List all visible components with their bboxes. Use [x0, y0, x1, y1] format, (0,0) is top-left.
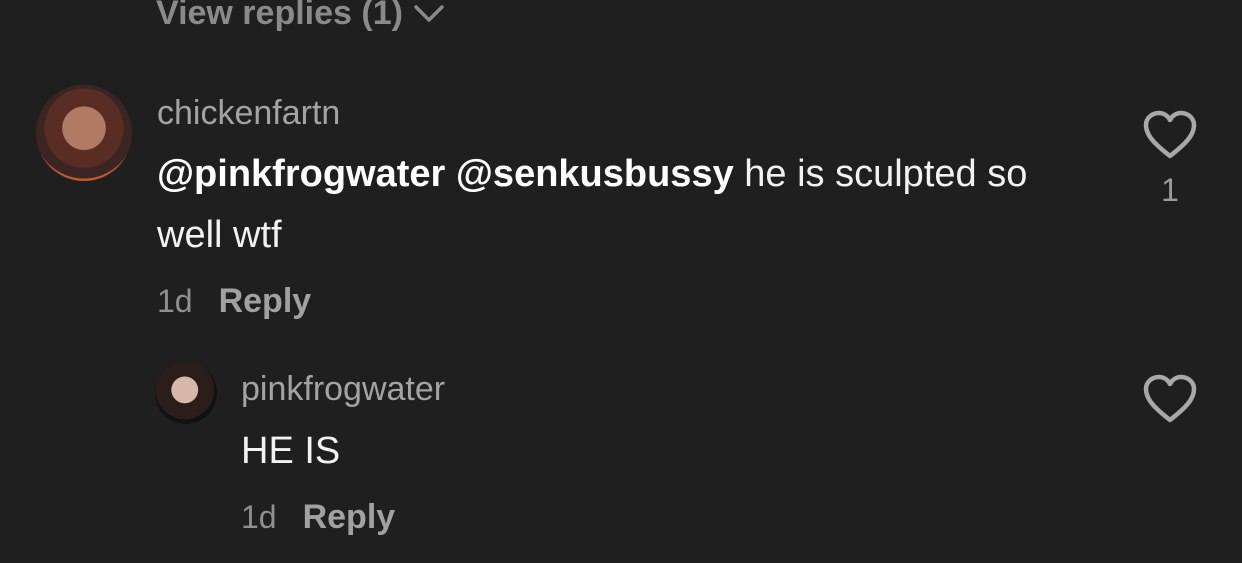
reply-button[interactable]: Reply: [219, 282, 312, 321]
like-button[interactable]: [1142, 374, 1198, 424]
view-replies-button[interactable]: View replies (1): [156, 0, 445, 33]
comment-username[interactable]: chickenfartn: [157, 94, 340, 133]
heart-outline-icon: [1143, 374, 1197, 423]
comment-timestamp: 1d: [157, 283, 193, 319]
comment-timestamp: 1d: [241, 499, 277, 535]
comment-text: HE IS: [241, 430, 341, 472]
comment-meta: 1d Reply: [157, 282, 311, 321]
comment-meta: 1d Reply: [241, 498, 395, 537]
mention-link[interactable]: @senkusbussy: [456, 153, 734, 195]
avatar[interactable]: [155, 362, 217, 424]
reply-button[interactable]: Reply: [303, 498, 396, 537]
heart-outline-icon: [1143, 110, 1197, 159]
avatar[interactable]: [36, 85, 132, 181]
chevron-down-icon: [414, 4, 444, 22]
comment-text: @pinkfrogwater @senkusbussy he is sculpt…: [157, 144, 1087, 266]
view-replies-label: View replies (1): [156, 0, 403, 32]
mention-link[interactable]: @pinkfrogwater: [157, 153, 445, 195]
like-button[interactable]: [1142, 110, 1198, 160]
like-count: 1: [1161, 172, 1179, 208]
comment-username[interactable]: pinkfrogwater: [241, 370, 445, 409]
